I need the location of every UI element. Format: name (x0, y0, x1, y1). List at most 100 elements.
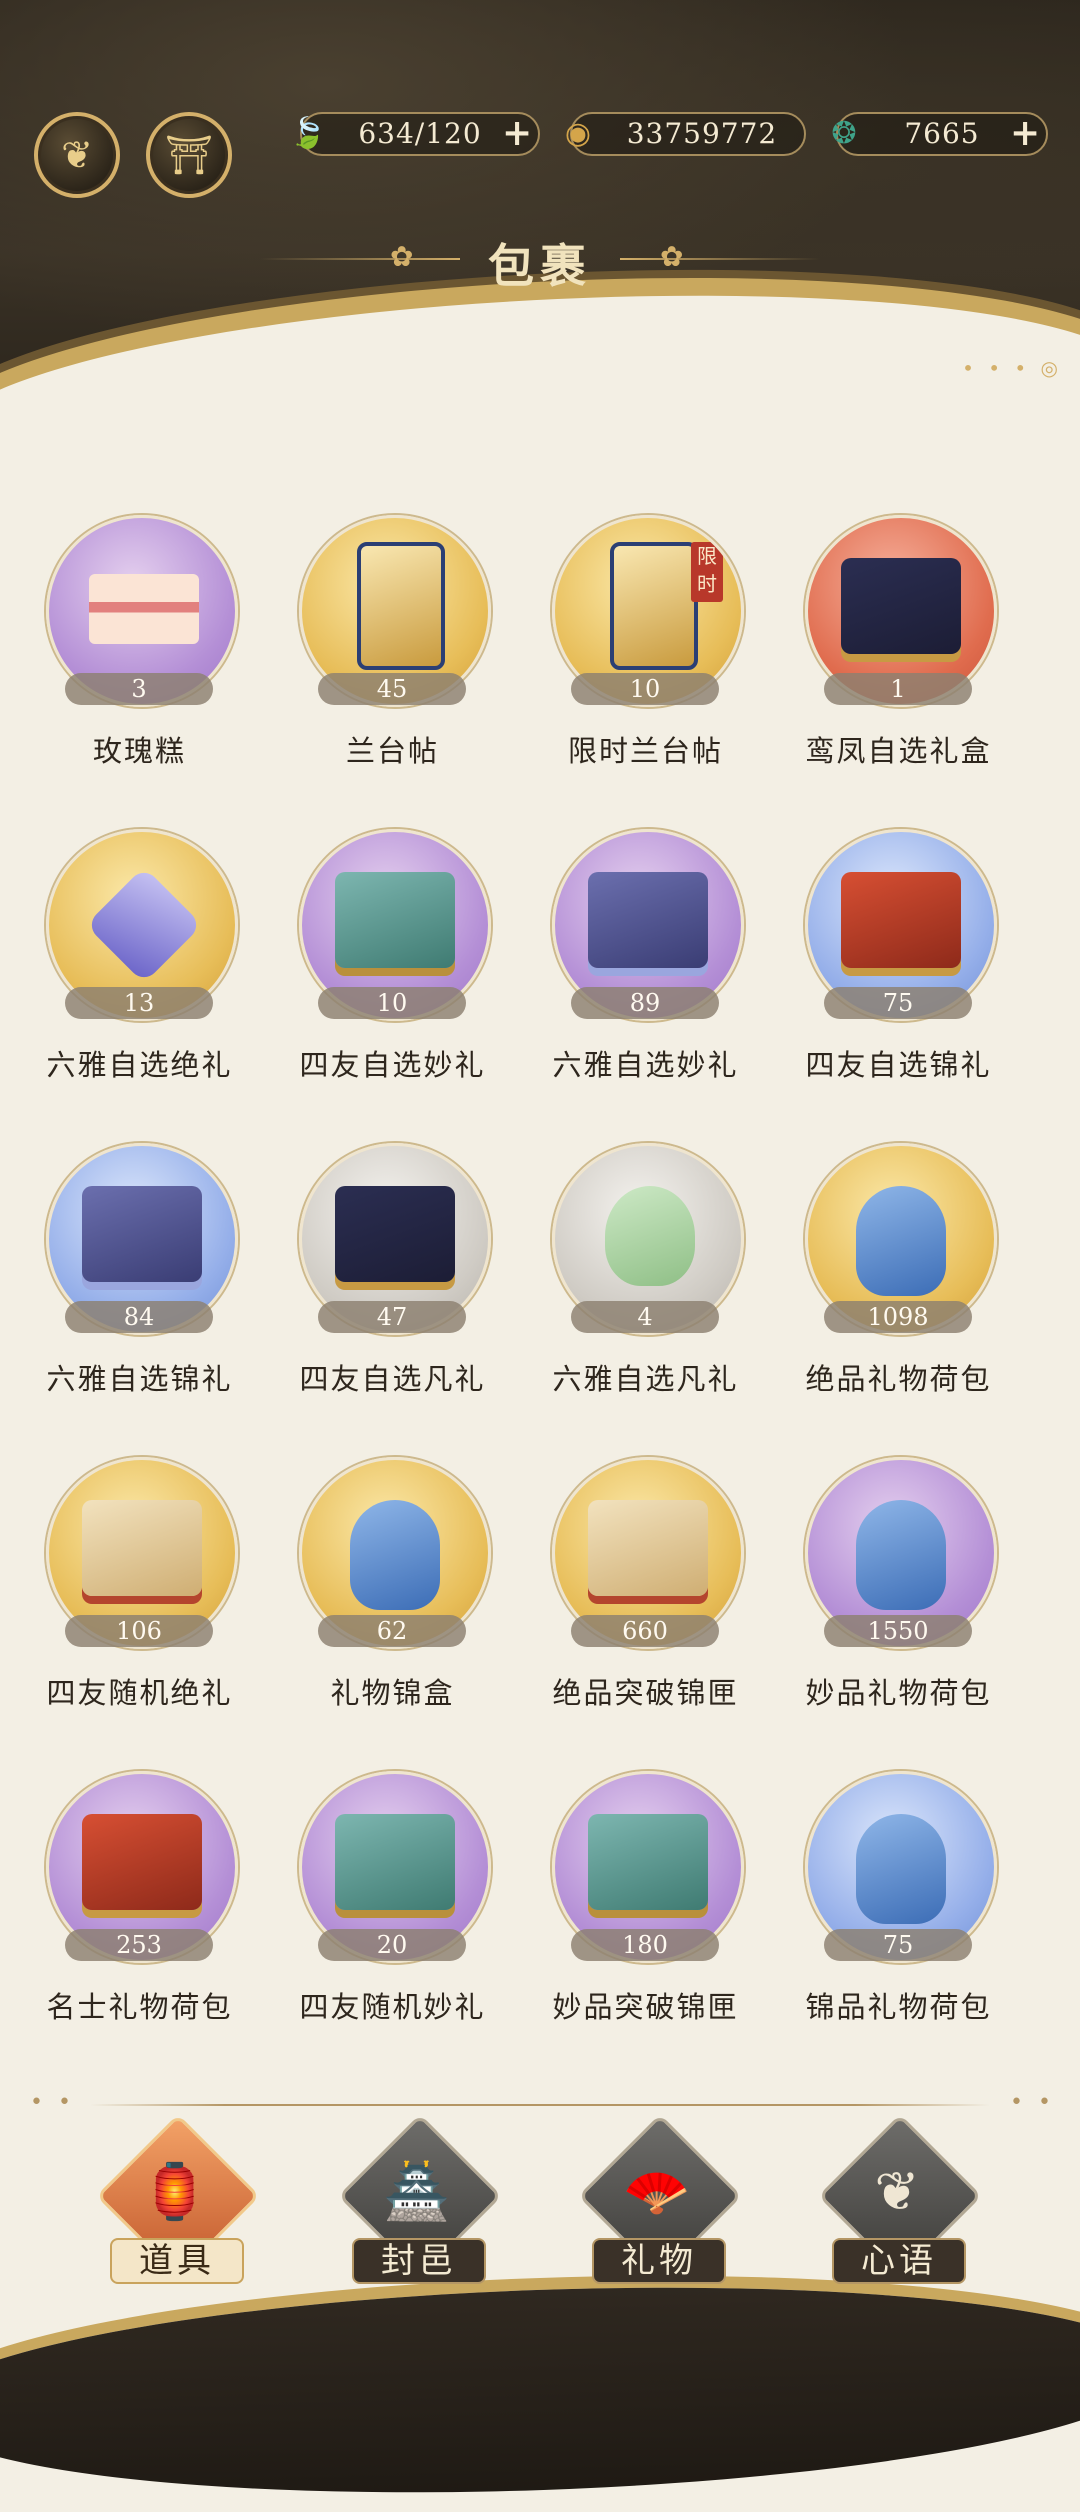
item-count: 75 (824, 987, 972, 1019)
item-count: 253 (65, 1929, 213, 1961)
inventory-item[interactable]: 1098 绝品礼物荷包 (772, 1143, 1025, 1403)
pavilion-button[interactable]: ⛩ (146, 112, 232, 198)
tab-label: 道具 (110, 2238, 244, 2284)
copper-coin-icon: ◉ (564, 116, 592, 151)
item-count: 13 (65, 987, 213, 1019)
inventory-item[interactable]: 13 六雅自选绝礼 (13, 829, 266, 1089)
item-name: 绝品礼物荷包 (805, 1362, 992, 1396)
resource-value: 634/120 (358, 117, 482, 150)
item-artwork-icon (841, 558, 961, 654)
tab-label: 封邑 (352, 2238, 486, 2284)
item-artwork-icon (89, 574, 199, 644)
heart-knot-icon: ❦ (874, 2160, 920, 2223)
item-count: 180 (571, 1929, 719, 1961)
item-count: 20 (318, 1929, 466, 1961)
item-artwork-icon (82, 1186, 202, 1282)
resource-value: 7665 (904, 117, 980, 150)
tab-heart-words[interactable]: ❦ 心语 (812, 2113, 983, 2298)
item-count: 84 (65, 1301, 213, 1333)
inventory-item[interactable]: 180 妙品突破锦匣 (519, 1771, 772, 2031)
resource-value: 33759772 (626, 117, 778, 150)
tab-props[interactable]: 🏮 道具 (90, 2113, 261, 2298)
inventory-item[interactable]: 45 兰台帖 (266, 515, 519, 775)
item-name: 限时兰台帖 (567, 734, 723, 768)
item-count: 47 (318, 1301, 466, 1333)
jade-pendant-icon: ❂ (831, 116, 857, 151)
title-ornament-right (620, 258, 820, 260)
lantern-icon: 🏮 (141, 2160, 209, 2223)
item-artwork-icon (588, 1500, 708, 1596)
item-name: 四友自选凡礼 (299, 1362, 486, 1396)
item-artwork-icon (82, 1814, 202, 1910)
inventory-item[interactable]: 4 六雅自选凡礼 (519, 1143, 772, 1403)
item-artwork-icon (335, 872, 455, 968)
item-artwork-icon (841, 872, 961, 968)
item-name: 礼物锦盒 (330, 1676, 455, 1710)
inventory-item[interactable]: 660 绝品突破锦匣 (519, 1457, 772, 1717)
item-artwork-icon (357, 542, 445, 670)
page-title: 包裹 (488, 239, 592, 293)
item-count: 10 (571, 673, 719, 705)
item-name: 兰台帖 (345, 734, 439, 768)
inventory-item[interactable]: 3 玫瑰糕 (13, 515, 266, 775)
fan-icon: 🪭 (623, 2160, 691, 2223)
leaf-emblem-button[interactable]: ❦ (34, 112, 120, 198)
inventory-item[interactable]: 10 四友自选妙礼 (266, 829, 519, 1089)
item-count: 62 (318, 1615, 466, 1647)
inventory-item[interactable]: 47 四友自选凡礼 (266, 1143, 519, 1403)
leaf-emblem-icon: ❦ (61, 133, 93, 177)
item-artwork-icon (350, 1500, 440, 1610)
item-name: 妙品突破锦匣 (552, 1990, 739, 2024)
item-artwork-icon (85, 866, 203, 984)
add-jade-pendant-button[interactable]: + (1010, 115, 1040, 151)
nav-divider (90, 2104, 990, 2106)
inventory-item[interactable]: 20 四友随机妙礼 (266, 1771, 519, 2031)
banner-dots-decoration: • • • ◎ (962, 356, 1062, 380)
item-name: 名士礼物荷包 (46, 1990, 233, 2024)
item-artwork-icon (856, 1814, 946, 1924)
item-artwork-icon (82, 1500, 202, 1596)
item-count: 45 (318, 673, 466, 705)
add-jade-leaf-button[interactable]: + (502, 115, 532, 151)
item-count: 3 (65, 673, 213, 705)
item-name: 绝品突破锦匣 (552, 1676, 739, 1710)
inventory-item[interactable]: 106 四友随机绝礼 (13, 1457, 266, 1717)
palace-icon: 🏯 (383, 2160, 451, 2223)
item-name: 六雅自选锦礼 (46, 1362, 233, 1396)
item-count: 75 (824, 1929, 972, 1961)
item-artwork-icon (335, 1186, 455, 1282)
jade-leaf-icon: 🍃 (289, 116, 327, 151)
item-name: 六雅自选绝礼 (46, 1048, 233, 1082)
tab-fief[interactable]: 🏯 封邑 (332, 2113, 503, 2298)
item-count: 106 (65, 1615, 213, 1647)
item-name: 四友自选妙礼 (299, 1048, 486, 1082)
inventory-item[interactable]: 75 四友自选锦礼 (772, 829, 1025, 1089)
inventory-item[interactable]: 1 鸾凤自选礼盒 (772, 515, 1025, 775)
inventory-item[interactable]: 限时 10 限时兰台帖 (519, 515, 772, 775)
nav-dots-left: • • (30, 2090, 75, 2115)
item-count: 89 (571, 987, 719, 1019)
item-count: 1098 (824, 1301, 972, 1333)
resource-copper-coin: ◉ 33759772 (565, 112, 806, 156)
item-name: 鸾凤自选礼盒 (805, 734, 992, 768)
item-artwork-icon (588, 872, 708, 968)
inventory-item[interactable]: 1550 妙品礼物荷包 (772, 1457, 1025, 1717)
resource-jade-pendant: ❂ 7665 + (831, 112, 1048, 156)
item-count: 10 (318, 987, 466, 1019)
item-name: 四友随机妙礼 (299, 1990, 486, 2024)
inventory-item[interactable]: 89 六雅自选妙礼 (519, 829, 772, 1089)
item-count: 660 (571, 1615, 719, 1647)
item-count: 4 (571, 1301, 719, 1333)
item-artwork-icon (335, 1814, 455, 1910)
nav-dots-right: • • (1010, 2090, 1055, 2115)
inventory-item[interactable]: 253 名士礼物荷包 (13, 1771, 266, 2031)
tab-gifts[interactable]: 🪭 礼物 (572, 2113, 743, 2298)
item-artwork-icon (610, 542, 698, 670)
inventory-item[interactable]: 75 锦品礼物荷包 (772, 1771, 1025, 2031)
title-flower-icon: ✿ (660, 240, 684, 273)
item-name: 四友自选锦礼 (805, 1048, 992, 1082)
inventory-item[interactable]: 62 礼物锦盒 (266, 1457, 519, 1717)
item-count: 1550 (824, 1615, 972, 1647)
inventory-item[interactable]: 84 六雅自选锦礼 (13, 1143, 266, 1403)
item-name: 四友随机绝礼 (46, 1676, 233, 1710)
